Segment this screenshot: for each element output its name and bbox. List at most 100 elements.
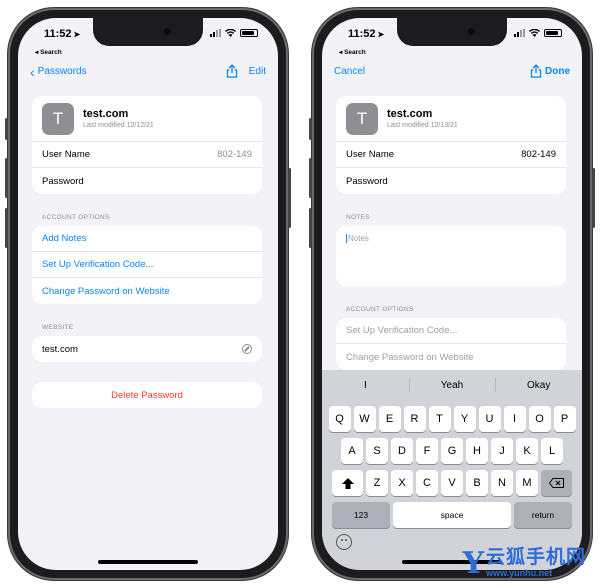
key[interactable]: C — [416, 470, 438, 496]
setup-verification-button[interactable]: Set Up Verification Code... — [336, 318, 566, 344]
key[interactable]: K — [516, 438, 538, 464]
last-modified: Last modified 12/12/21 — [83, 122, 154, 129]
camera-icon — [163, 27, 172, 36]
account-options-header: ACCOUNT OPTIONS — [346, 306, 414, 313]
password-row[interactable]: Password — [32, 168, 262, 194]
account-options-card: Set Up Verification Code... Change Passw… — [336, 318, 566, 370]
signal-icon — [514, 29, 525, 37]
space-key[interactable]: space — [393, 502, 511, 528]
website-row[interactable]: test.com — [32, 336, 262, 362]
key[interactable]: T — [428, 406, 451, 432]
key[interactable]: F — [416, 438, 438, 464]
key[interactable]: M — [516, 470, 538, 496]
screenshot-stage: 11:52 ➤ ◂ Search ‹ Passwords Edit T test.c… — [0, 0, 600, 588]
phone-left: 11:52 ➤ ◂ Search ‹ Passwords Edit T test.c… — [5, 8, 291, 580]
compass-icon[interactable] — [242, 344, 252, 354]
volume-down-button — [309, 208, 312, 248]
key[interactable]: I — [503, 406, 526, 432]
site-header: T test.com Last modified 12/12/21 — [32, 96, 262, 142]
key[interactable]: O — [528, 406, 551, 432]
key[interactable]: G — [441, 438, 463, 464]
key[interactable]: X — [391, 470, 413, 496]
watermark-url: www.yunhu.net — [485, 568, 553, 578]
key[interactable]: U — [478, 406, 501, 432]
key[interactable]: D — [391, 438, 413, 464]
key[interactable]: B — [466, 470, 488, 496]
add-notes-button[interactable]: Add Notes — [32, 226, 262, 252]
back-to-passwords-button[interactable]: ‹ Passwords — [30, 65, 87, 79]
numbers-key[interactable]: 123 — [332, 502, 390, 528]
backspace-icon — [549, 478, 564, 488]
website-header: WEBSITE — [42, 324, 74, 331]
key[interactable]: W — [353, 406, 376, 432]
key-row-1: Q W E R T Y U I O P — [322, 406, 582, 432]
site-header: T test.com Last modified 12/13/21 — [336, 96, 566, 142]
status-icons — [210, 29, 258, 37]
delete-password-button[interactable]: Delete Password — [32, 382, 262, 408]
username-row[interactable]: User Name 802-149 — [32, 142, 262, 168]
watermark-brand: 云狐手机网 — [485, 547, 586, 568]
suggestion-1[interactable]: I — [322, 370, 409, 400]
mute-switch — [5, 118, 8, 140]
key[interactable]: P — [553, 406, 576, 432]
password-row[interactable]: Password — [336, 168, 566, 194]
key[interactable]: H — [466, 438, 488, 464]
key[interactable]: R — [403, 406, 426, 432]
key[interactable]: Z — [366, 470, 388, 496]
nav-bar: Cancel Done — [322, 64, 582, 86]
watermark: Y 云狐手机网 www.yunhu.net — [462, 546, 586, 581]
screen-right: 11:52➤ ◂ Search Cancel Done T test.com — [322, 18, 582, 570]
username-value: 802-149 — [521, 149, 556, 160]
site-avatar: T — [42, 102, 74, 135]
back-to-search-link[interactable]: ◂ Search — [339, 48, 366, 56]
change-password-button[interactable]: Change Password on Website — [32, 278, 262, 304]
username-row[interactable]: User Name 802-149 — [336, 142, 566, 168]
edit-button[interactable]: Edit — [249, 66, 266, 77]
status-time: 11:52 ➤ — [348, 28, 385, 40]
delete-key[interactable] — [541, 470, 572, 496]
key[interactable]: Y — [453, 406, 476, 432]
suggestion-2[interactable]: Yeah — [408, 370, 496, 400]
setup-verification-button[interactable]: Set Up Verification Code... — [32, 252, 262, 278]
text-cursor — [346, 234, 347, 244]
username-value: 802-149 — [217, 149, 252, 160]
volume-down-button — [5, 208, 8, 248]
notch — [397, 18, 507, 46]
share-icon[interactable] — [530, 64, 542, 81]
power-button — [288, 168, 291, 228]
delete-card: Delete Password — [32, 382, 262, 408]
key[interactable]: J — [491, 438, 513, 464]
suggestion-3[interactable]: Okay — [495, 370, 582, 400]
mute-switch — [309, 118, 312, 140]
change-password-button[interactable]: Change Password on Website — [336, 344, 566, 370]
notes-textarea[interactable]: Notes — [336, 226, 566, 286]
location-arrow-icon: ➤ — [377, 30, 385, 39]
key[interactable]: L — [541, 438, 563, 464]
credential-card: T test.com Last modified 12/12/21 User N… — [32, 96, 262, 194]
emoji-icon[interactable] — [336, 534, 352, 550]
battery-icon — [240, 29, 258, 37]
notes-header: NOTES — [346, 214, 370, 221]
back-to-search-link[interactable]: ◂ Search — [35, 48, 62, 56]
key[interactable]: N — [491, 470, 513, 496]
key-row-4: 123 space return — [322, 502, 582, 528]
location-arrow-icon: ➤ — [73, 30, 81, 39]
volume-up-button — [309, 158, 312, 198]
site-name: test.com — [83, 108, 129, 120]
return-key[interactable]: return — [514, 502, 572, 528]
key[interactable]: E — [378, 406, 401, 432]
key[interactable]: A — [341, 438, 363, 464]
watermark-logo: Y — [462, 546, 484, 581]
share-icon[interactable] — [226, 64, 238, 81]
key[interactable]: Q — [328, 406, 351, 432]
cancel-button[interactable]: Cancel — [334, 66, 365, 77]
done-button[interactable]: Done — [545, 66, 570, 77]
home-indicator[interactable] — [98, 560, 198, 564]
shift-icon — [341, 477, 354, 489]
wifi-icon — [529, 29, 540, 37]
key[interactable]: V — [441, 470, 463, 496]
credential-card: T test.com Last modified 12/13/21 User N… — [336, 96, 566, 194]
shift-key[interactable] — [332, 470, 363, 496]
password-label: Password — [346, 175, 388, 187]
key[interactable]: S — [366, 438, 388, 464]
